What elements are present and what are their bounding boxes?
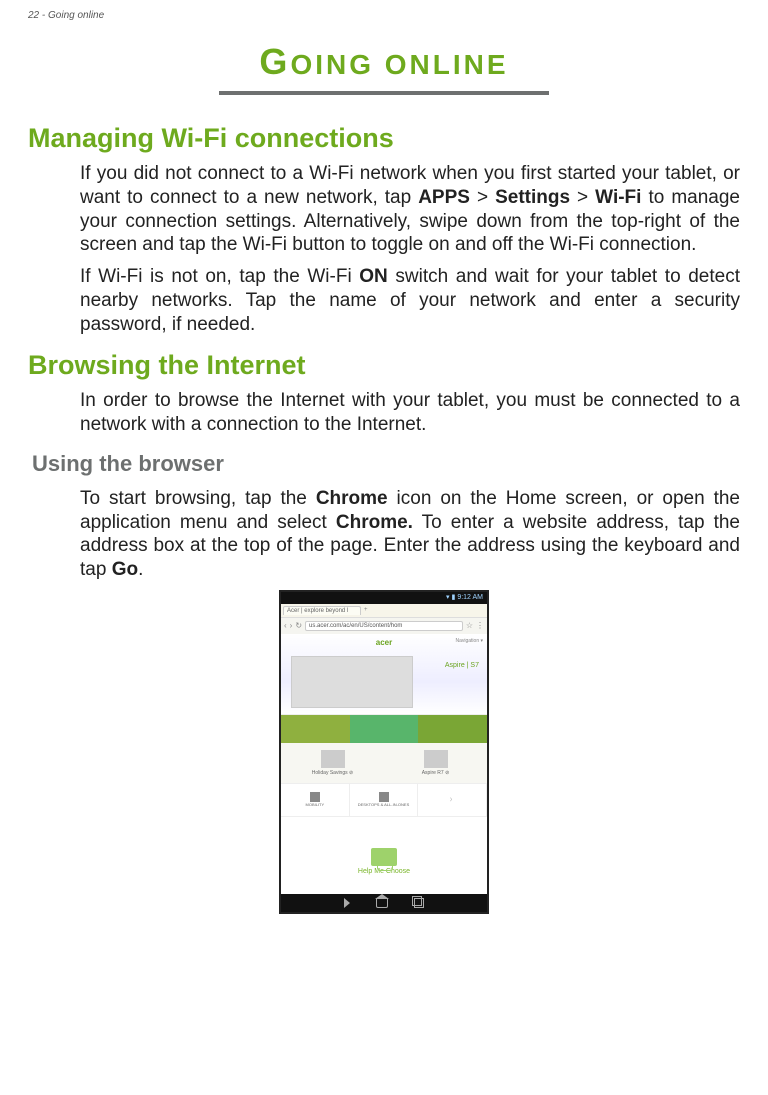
- forward-icon[interactable]: ›: [290, 621, 293, 630]
- product-label: Holiday Savings: [312, 770, 348, 776]
- webpage-banner: acer Navigation ▾ Aspire | S7: [281, 634, 487, 715]
- tablet-screenshot: ▾ ▮ 9:12 AM Acer | explore beyond l + ‹ …: [279, 590, 489, 914]
- text: >: [470, 187, 495, 208]
- browse-paragraph-1: In order to browse the Internet with you…: [28, 389, 740, 437]
- nav-back-icon[interactable]: [344, 898, 350, 908]
- text: If Wi-Fi is not on, tap the Wi-Fi: [80, 266, 359, 287]
- chapter-title: GOING ONLINE: [28, 41, 740, 83]
- help-row[interactable]: Help Me Choose: [281, 817, 487, 875]
- text: >: [570, 187, 595, 208]
- back-icon[interactable]: ‹: [284, 621, 287, 630]
- battery-icon: ▮: [452, 594, 456, 601]
- heading-using-browser: Using the browser: [32, 451, 740, 477]
- bold-settings: Settings: [495, 187, 570, 208]
- screenshot-container: ▾ ▮ 9:12 AM Acer | explore beyond l + ‹ …: [28, 590, 740, 919]
- nav-home-icon[interactable]: [376, 898, 388, 908]
- heading-browsing-internet: Browsing the Internet: [28, 350, 740, 381]
- product-label: Aspire R7: [422, 770, 444, 776]
- wifi-paragraph-1: If you did not connect to a Wi-Fi networ…: [28, 162, 740, 257]
- new-tab-button[interactable]: +: [364, 607, 368, 613]
- product-image: [321, 750, 345, 768]
- category-desktops[interactable]: DESKTOPS & ALL-IN-ONES: [350, 784, 419, 816]
- statusbar-time: 9:12 AM: [457, 594, 483, 601]
- bold-apps: APPS: [418, 187, 470, 208]
- tile-row: [281, 715, 487, 743]
- text: To start browsing, tap the: [80, 488, 316, 509]
- category-row: MOBILITY DESKTOPS & ALL-IN-ONES 〉: [281, 783, 487, 817]
- bold-chrome2: Chrome.: [336, 512, 413, 533]
- nav-recent-icon[interactable]: [414, 898, 424, 908]
- product-image: [424, 750, 448, 768]
- category-next[interactable]: 〉: [418, 784, 487, 816]
- document-page: 22 - Going online GOING ONLINE Managing …: [0, 0, 768, 939]
- using-paragraph-1: To start browsing, tap the Chrome icon o…: [28, 487, 740, 582]
- bold-wifi: Wi-Fi: [595, 187, 641, 208]
- chapter-title-initial: G: [259, 41, 290, 82]
- android-statusbar: ▾ ▮ 9:12 AM: [281, 592, 487, 604]
- category-label: MOBILITY: [306, 802, 325, 807]
- promo-text: Aspire | S7: [445, 662, 479, 669]
- category-mobility[interactable]: MOBILITY: [281, 784, 350, 816]
- desktop-icon: [379, 792, 389, 802]
- category-label: DESKTOPS & ALL-IN-ONES: [358, 802, 410, 807]
- android-navbar: [281, 894, 487, 912]
- heading-managing-wifi: Managing Wi-Fi connections: [28, 123, 740, 154]
- browser-urlbar: ‹ › ↻ us.acer.com/ac/en/US/content/hom ☆…: [281, 618, 487, 634]
- wifi-paragraph-2: If Wi-Fi is not on, tap the Wi-Fi ON swi…: [28, 265, 740, 336]
- tile-2[interactable]: [350, 715, 419, 743]
- wifi-icon: ▾: [446, 594, 450, 601]
- reload-icon[interactable]: ↻: [295, 621, 302, 630]
- acer-logo: acer: [376, 638, 392, 647]
- menu-icon[interactable]: ⋮: [476, 621, 484, 630]
- star-icon[interactable]: ☆: [466, 621, 473, 630]
- tile-1[interactable]: [281, 715, 350, 743]
- bold-chrome: Chrome: [316, 488, 388, 509]
- text: .: [138, 559, 143, 580]
- tile-3[interactable]: [418, 715, 487, 743]
- laptop-icon: [371, 848, 397, 866]
- chapter-title-rest: OING ONLINE: [290, 49, 508, 80]
- product-2[interactable]: Aspire R7 ⊘: [384, 743, 487, 783]
- bold-on: ON: [359, 266, 388, 287]
- product-1[interactable]: Holiday Savings ⊘: [281, 743, 384, 783]
- product-row: Holiday Savings ⊘ Aspire R7 ⊘: [281, 743, 487, 783]
- chapter-divider: [219, 91, 549, 95]
- site-nav[interactable]: Navigation ▾: [455, 638, 483, 644]
- arrow-icon: ⊘: [349, 770, 353, 776]
- mobility-icon: [310, 792, 320, 802]
- browser-tab[interactable]: Acer | explore beyond l: [283, 606, 361, 615]
- address-box[interactable]: us.acer.com/ac/en/US/content/hom: [305, 621, 463, 631]
- arrow-icon: ⊘: [445, 770, 449, 776]
- bold-go: Go: [112, 559, 138, 580]
- promo-image: [291, 656, 413, 708]
- browser-tabbar[interactable]: Acer | explore beyond l +: [281, 604, 487, 618]
- page-header: 22 - Going online: [28, 10, 740, 21]
